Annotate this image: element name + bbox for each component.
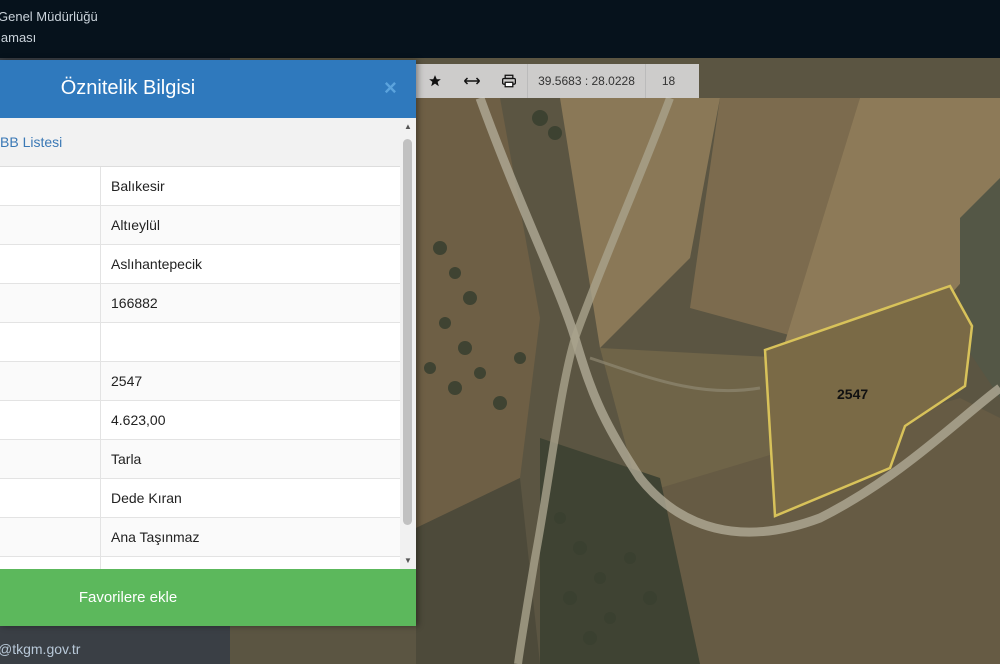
attribute-rows: Balıkesir Altıeylül Aslıhantepecik 16688… <box>0 167 416 569</box>
table-row: Ana Taşınmaz <box>0 518 400 557</box>
attribute-value: Altıeylül <box>111 217 161 233</box>
attribute-value <box>101 323 111 361</box>
map-toolbar: 39.5683 : 28.0228 18 <box>416 64 699 98</box>
scroll-up-icon[interactable]: ▲ <box>404 122 412 131</box>
attribute-key <box>0 479 101 517</box>
attribute-key <box>0 362 101 400</box>
table-row: Dede Kıran <box>0 479 400 518</box>
attribute-key <box>0 167 101 205</box>
table-row: Balıkesir <box>0 167 400 206</box>
attribute-key <box>0 245 101 283</box>
coordinate-readout: 39.5683 : 28.0228 <box>527 64 646 98</box>
panel-title: Öznitelik Bilgisi <box>60 77 196 99</box>
attribute-key <box>0 440 101 478</box>
attribute-key <box>0 557 101 569</box>
add-to-favorites-button[interactable]: Favorilere ekle <box>0 569 416 626</box>
attribute-value <box>101 557 111 569</box>
attribute-value: 2547 <box>111 373 143 389</box>
attribute-value: Ana Taşınmaz <box>111 529 200 545</box>
star-icon <box>428 75 441 87</box>
table-row: Tarla <box>0 440 400 479</box>
print-icon <box>501 74 516 88</box>
scroll-down-icon[interactable]: ▼ <box>404 556 412 565</box>
table-row: Altıeylül <box>0 206 400 245</box>
attribute-key <box>0 323 101 361</box>
attribute-key <box>0 518 101 556</box>
panel-header: Öznitelik Bilgisi × <box>0 60 416 118</box>
attribute-value: Dede Kıran <box>111 490 182 506</box>
parcel-number-label: 2547 <box>837 386 869 402</box>
attribute-list[interactable]: BB Listesi Balıkesir Altıeylül Aslıhante… <box>0 118 416 569</box>
attribute-value: Aslıhantepecik <box>111 256 203 272</box>
attribute-key <box>0 284 101 322</box>
favorite-star-button[interactable] <box>416 64 453 98</box>
site-title-line1: Genel Müdürlüğü <box>0 9 98 24</box>
table-row: Aslıhantepecik <box>0 245 400 284</box>
attribute-info-panel: Öznitelik Bilgisi × BB Listesi Balıkesir… <box>0 60 416 626</box>
attribute-value: 166882 <box>111 295 158 311</box>
attribute-value: Tarla <box>111 451 142 467</box>
table-row: 4.623,00 <box>0 401 400 440</box>
attribute-value: Balıkesir <box>111 178 165 194</box>
table-row: 166882 <box>0 284 400 323</box>
print-button[interactable] <box>490 64 527 98</box>
top-bar: Genel Müdürlüğü laması <box>0 0 1000 58</box>
table-row <box>0 557 400 569</box>
zoom-level-readout: 18 <box>661 74 676 88</box>
attribute-key <box>0 401 101 439</box>
arrows-horizontal-icon <box>463 77 480 85</box>
table-row <box>0 323 400 362</box>
attribute-key <box>0 206 101 244</box>
table-row: 2547 <box>0 362 400 401</box>
measure-button[interactable] <box>453 64 490 98</box>
attribute-value: 4.623,00 <box>111 412 166 428</box>
contact-email[interactable]: @tkgm.gov.tr <box>0 641 80 657</box>
site-title-line2: laması <box>0 30 37 45</box>
section-title[interactable]: BB Listesi <box>0 118 416 167</box>
close-button[interactable]: × <box>384 77 397 99</box>
scrollbar-thumb[interactable] <box>403 139 412 525</box>
